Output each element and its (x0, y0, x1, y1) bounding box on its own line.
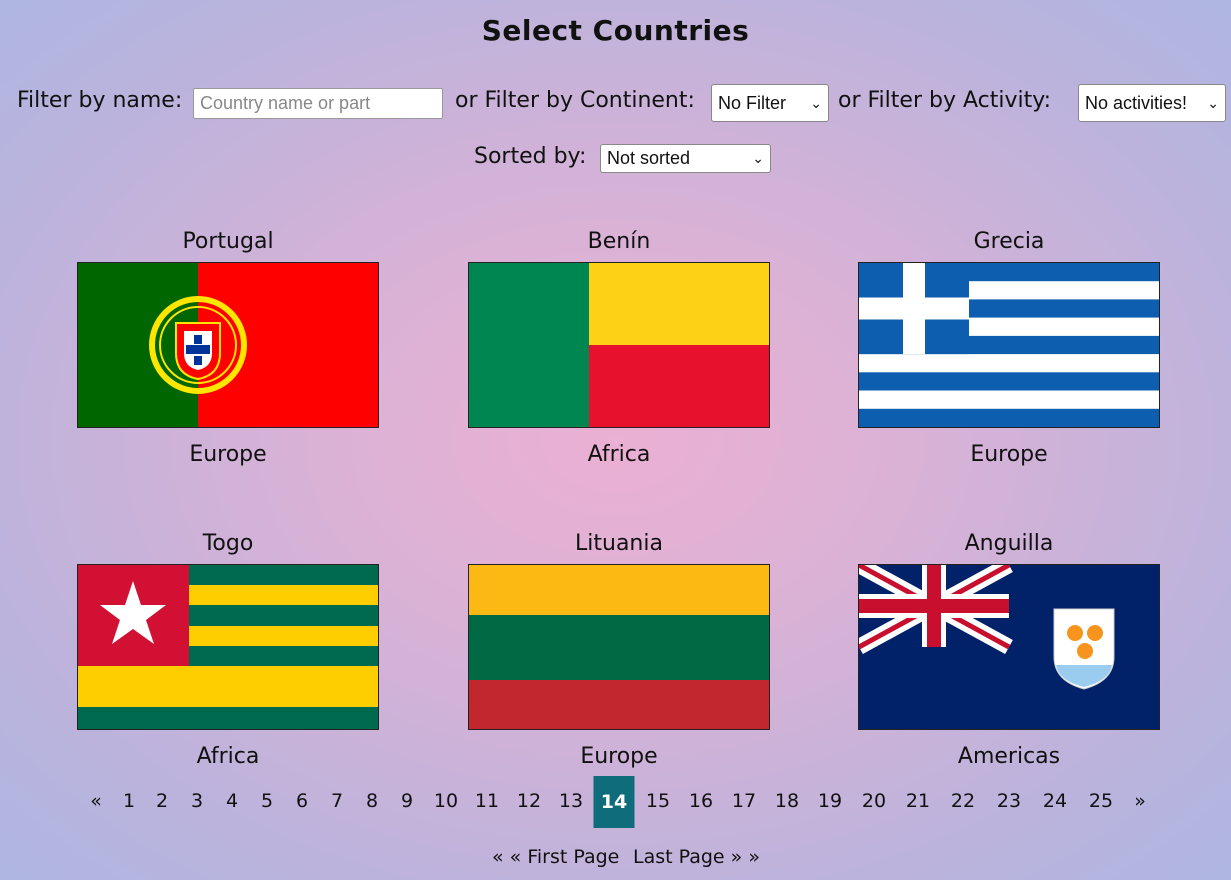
country-name: Grecia (973, 229, 1045, 254)
page-link[interactable]: 1 (123, 790, 135, 812)
activity-select-value: No activities! (1085, 92, 1188, 113)
country-continent: Europe (189, 442, 267, 467)
page-link[interactable]: 8 (366, 790, 378, 812)
page-link[interactable]: 25 (1089, 790, 1113, 812)
filter-bar: Filter by name: or Filter by Continent: … (0, 84, 1231, 124)
flag-togo (77, 564, 379, 730)
page-link[interactable]: 13 (559, 790, 583, 812)
page-link[interactable]: 7 (331, 790, 343, 812)
page-link[interactable]: 3 (191, 790, 203, 812)
first-page-link[interactable]: « « First Page (492, 846, 619, 868)
page-link[interactable]: 24 (1043, 790, 1067, 812)
pagination: « 1 2 3 4 5 6 7 8 9 10 11 12 13 14 15 16… (0, 776, 1231, 828)
page-link[interactable]: 15 (646, 790, 670, 812)
country-continent: Africa (196, 744, 260, 769)
country-name: Togo (202, 531, 254, 556)
last-page-link[interactable]: Last Page » » (633, 846, 760, 868)
page-link[interactable]: 22 (951, 790, 975, 812)
page-link[interactable]: 11 (475, 790, 499, 812)
page-link[interactable]: 9 (401, 790, 413, 812)
sort-select[interactable]: Not sorted ⌄ (600, 144, 771, 173)
page-link[interactable]: 21 (906, 790, 930, 812)
page-link[interactable]: 19 (818, 790, 842, 812)
country-card[interactable]: Portugal Europe (77, 226, 379, 472)
country-name: Anguilla (964, 531, 1054, 556)
flag-portugal (77, 262, 379, 428)
chevron-down-icon: ⌄ (810, 94, 822, 111)
page-link[interactable]: 23 (997, 790, 1021, 812)
country-continent: Europe (580, 744, 658, 769)
country-name: Benín (587, 229, 651, 254)
country-card[interactable]: Anguilla Americas (858, 528, 1160, 774)
activity-select[interactable]: No activities! ⌄ (1078, 84, 1226, 122)
country-name: Portugal (182, 229, 274, 254)
page-link[interactable]: 4 (226, 790, 238, 812)
chevron-down-icon: ⌄ (752, 150, 764, 166)
page-link-current[interactable]: 14 (593, 776, 635, 828)
country-continent: Americas (957, 744, 1061, 769)
page-title: Select Countries (481, 14, 750, 47)
page-link[interactable]: 12 (517, 790, 541, 812)
flag-benin (468, 262, 770, 428)
continent-select[interactable]: No Filter ⌄ (711, 84, 829, 122)
page-link[interactable]: 17 (732, 790, 756, 812)
page-link[interactable]: 20 (862, 790, 886, 812)
page-link[interactable]: 18 (775, 790, 799, 812)
next-page-link[interactable]: » (1134, 790, 1146, 812)
country-card[interactable]: Lituania Europe (468, 528, 770, 774)
country-name-input[interactable] (193, 88, 443, 119)
page-link[interactable]: 6 (296, 790, 308, 812)
continent-select-value: No Filter (718, 92, 787, 113)
chevron-down-icon: ⌄ (1207, 94, 1219, 111)
flag-anguilla (858, 564, 1160, 730)
country-continent: Europe (970, 442, 1048, 467)
flag-lithuania (468, 564, 770, 730)
country-continent: Africa (587, 442, 651, 467)
sort-label: Sorted by: (474, 144, 587, 169)
page-link[interactable]: 2 (156, 790, 168, 812)
country-card[interactable]: Grecia Europe (858, 226, 1160, 472)
page-link[interactable]: 16 (689, 790, 713, 812)
sort-select-value: Not sorted (607, 148, 691, 168)
country-card[interactable]: Benín Africa (468, 226, 770, 472)
page-link[interactable]: 5 (261, 790, 273, 812)
filter-activity-label: or Filter by Activity: (838, 88, 1052, 113)
country-name: Lituania (575, 531, 663, 556)
filter-continent-label: or Filter by Continent: (455, 88, 695, 113)
prev-page-link[interactable]: « (90, 790, 102, 812)
flag-greece (858, 262, 1160, 428)
country-card[interactable]: Togo Africa (77, 528, 379, 774)
filter-name-label: Filter by name: (17, 88, 183, 113)
page-link[interactable]: 10 (434, 790, 458, 812)
